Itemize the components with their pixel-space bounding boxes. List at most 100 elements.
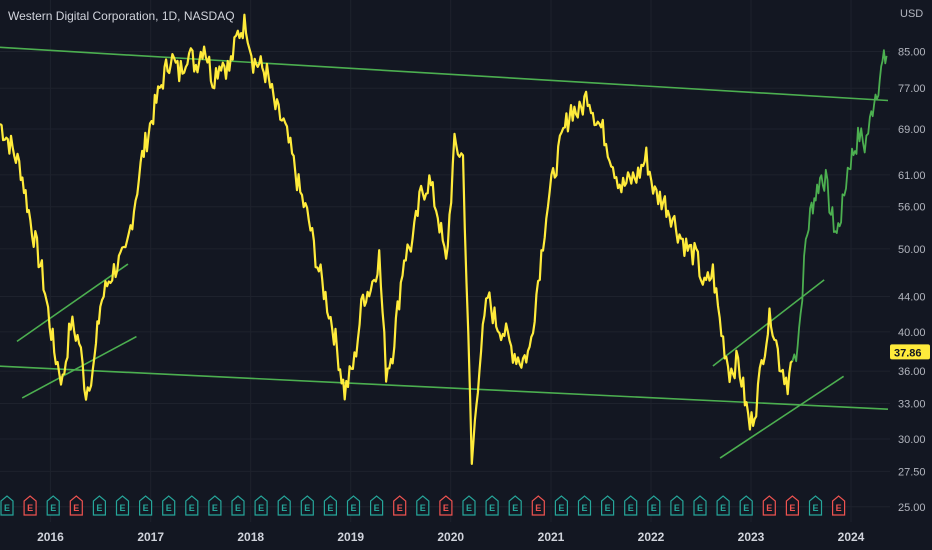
- earnings-icon[interactable]: E: [346, 495, 361, 516]
- earnings-icon[interactable]: E: [208, 495, 222, 516]
- earnings-icon-letter: E: [466, 503, 472, 513]
- y-tick-label: 77.00: [898, 83, 926, 95]
- x-tick-label: 2024: [838, 530, 865, 544]
- chart-title: Western Digital Corporation, 1D, NASDAQ: [8, 9, 235, 23]
- earnings-icon[interactable]: E: [670, 495, 684, 516]
- earnings-icon[interactable]: E: [531, 495, 545, 516]
- earnings-icon[interactable]: E: [393, 495, 407, 516]
- earnings-icon[interactable]: E: [300, 495, 314, 516]
- earnings-icon-letter: E: [420, 503, 426, 513]
- earnings-icon[interactable]: E: [185, 495, 199, 516]
- y-tick-label: 36.00: [898, 366, 926, 378]
- earnings-icon[interactable]: E: [254, 495, 268, 516]
- x-tick-label: 2017: [137, 530, 164, 544]
- earnings-icon-letter: E: [697, 503, 703, 513]
- earnings-icon-letter: E: [143, 503, 149, 513]
- earnings-icon[interactable]: E: [416, 495, 430, 516]
- x-tick-label: 2020: [437, 530, 464, 544]
- earnings-icon[interactable]: E: [92, 495, 106, 516]
- y-tick-label: 44.00: [898, 291, 926, 303]
- currency-label: USD: [900, 8, 923, 20]
- earnings-icon-letter: E: [304, 503, 310, 513]
- earnings-icon[interactable]: E: [647, 495, 661, 516]
- x-tick-label: 2022: [638, 530, 665, 544]
- earnings-icon[interactable]: E: [370, 495, 384, 516]
- earnings-icon[interactable]: E: [693, 495, 707, 516]
- x-tick-label: 2021: [538, 530, 565, 544]
- earnings-icon-letter: E: [836, 503, 842, 513]
- earnings-icon-letter: E: [581, 503, 587, 513]
- y-tick-label: 85.00: [898, 46, 926, 58]
- earnings-icon-letter: E: [374, 503, 380, 513]
- earnings-icon-letter: E: [235, 503, 241, 513]
- earnings-icon[interactable]: E: [46, 495, 60, 516]
- earnings-icon[interactable]: E: [832, 495, 846, 516]
- earnings-icon-letter: E: [558, 503, 564, 513]
- y-tick-label: 27.50: [898, 466, 926, 478]
- earnings-icon-letter: E: [119, 503, 125, 513]
- earnings-icon-letter: E: [651, 503, 657, 513]
- earnings-icon[interactable]: E: [716, 495, 730, 516]
- price-chart[interactable]: E E E E E E E E E E E E E E E E E E E E E E E E E E E E E E E E E E E E E 85…: [0, 0, 932, 550]
- x-tick-label: 2018: [237, 530, 264, 544]
- y-tick-label: 25.00: [898, 502, 926, 514]
- earnings-icon[interactable]: E: [808, 495, 823, 516]
- earnings-icon-letter: E: [535, 503, 541, 513]
- earnings-icon[interactable]: E: [624, 495, 638, 516]
- earnings-icon-letter: E: [397, 503, 403, 513]
- y-tick-label: 33.00: [898, 399, 926, 411]
- earnings-icon-letter: E: [350, 503, 356, 513]
- x-tick-label: 2023: [738, 530, 765, 544]
- earnings-icon[interactable]: E: [162, 495, 176, 516]
- earnings-icon-letter: E: [605, 503, 611, 513]
- earnings-icon[interactable]: E: [323, 495, 337, 516]
- y-tick-label: 61.00: [898, 170, 926, 182]
- time-axis[interactable]: 2016 2017 2018 2019 2020 2021 2022 2023 2024: [37, 530, 865, 544]
- earnings-icon-letter: E: [4, 503, 10, 513]
- earnings-icon[interactable]: E: [577, 495, 592, 516]
- earnings-icon-letter: E: [766, 503, 772, 513]
- earnings-icon-letter: E: [327, 503, 333, 513]
- earnings-icon-letter: E: [281, 503, 287, 513]
- earnings-icon-letter: E: [27, 503, 33, 513]
- earnings-icon[interactable]: E: [554, 495, 568, 516]
- earnings-icon[interactable]: E: [439, 495, 453, 516]
- earnings-icon-letter: E: [212, 503, 218, 513]
- earnings-icon-letter: E: [743, 503, 749, 513]
- y-tick-label: 69.00: [898, 124, 926, 136]
- last-price-label: 37.86: [894, 347, 922, 359]
- earnings-icon-letter: E: [512, 503, 518, 513]
- earnings-icon[interactable]: E: [231, 495, 245, 516]
- earnings-icon-letter: E: [50, 503, 56, 513]
- earnings-icon-letter: E: [720, 503, 726, 513]
- y-tick-label: 56.00: [898, 202, 926, 214]
- earnings-icon-letter: E: [628, 503, 634, 513]
- earnings-icon-letter: E: [166, 503, 172, 513]
- earnings-icon-letter: E: [489, 503, 495, 513]
- earnings-icon[interactable]: E: [23, 495, 37, 516]
- earnings-icon[interactable]: E: [485, 495, 499, 516]
- x-tick-label: 2019: [337, 530, 364, 544]
- y-tick-label: 30.00: [898, 434, 926, 446]
- earnings-icon-letter: E: [812, 503, 818, 513]
- earnings-icon[interactable]: E: [762, 495, 776, 516]
- earnings-icon[interactable]: E: [739, 495, 753, 516]
- earnings-icon[interactable]: E: [277, 495, 291, 516]
- earnings-icon[interactable]: E: [69, 495, 83, 516]
- earnings-icon[interactable]: E: [139, 495, 153, 516]
- last-price-badge: 37.86: [890, 344, 930, 360]
- earnings-icon[interactable]: E: [508, 495, 522, 516]
- y-tick-label: 40.00: [898, 327, 926, 339]
- earnings-icon[interactable]: E: [462, 495, 476, 516]
- earnings-icon[interactable]: E: [601, 495, 615, 516]
- x-tick-label: 2016: [37, 530, 64, 544]
- earnings-icon[interactable]: E: [0, 495, 14, 516]
- earnings-icon-letter: E: [73, 503, 79, 513]
- earnings-icon-letter: E: [258, 503, 264, 513]
- y-tick-label: 50.00: [898, 244, 926, 256]
- earnings-icon-letter: E: [674, 503, 680, 513]
- earnings-icon[interactable]: E: [785, 495, 799, 516]
- earnings-icon-letter: E: [789, 503, 795, 513]
- earnings-icon-letter: E: [189, 503, 195, 513]
- earnings-icon[interactable]: E: [115, 495, 130, 516]
